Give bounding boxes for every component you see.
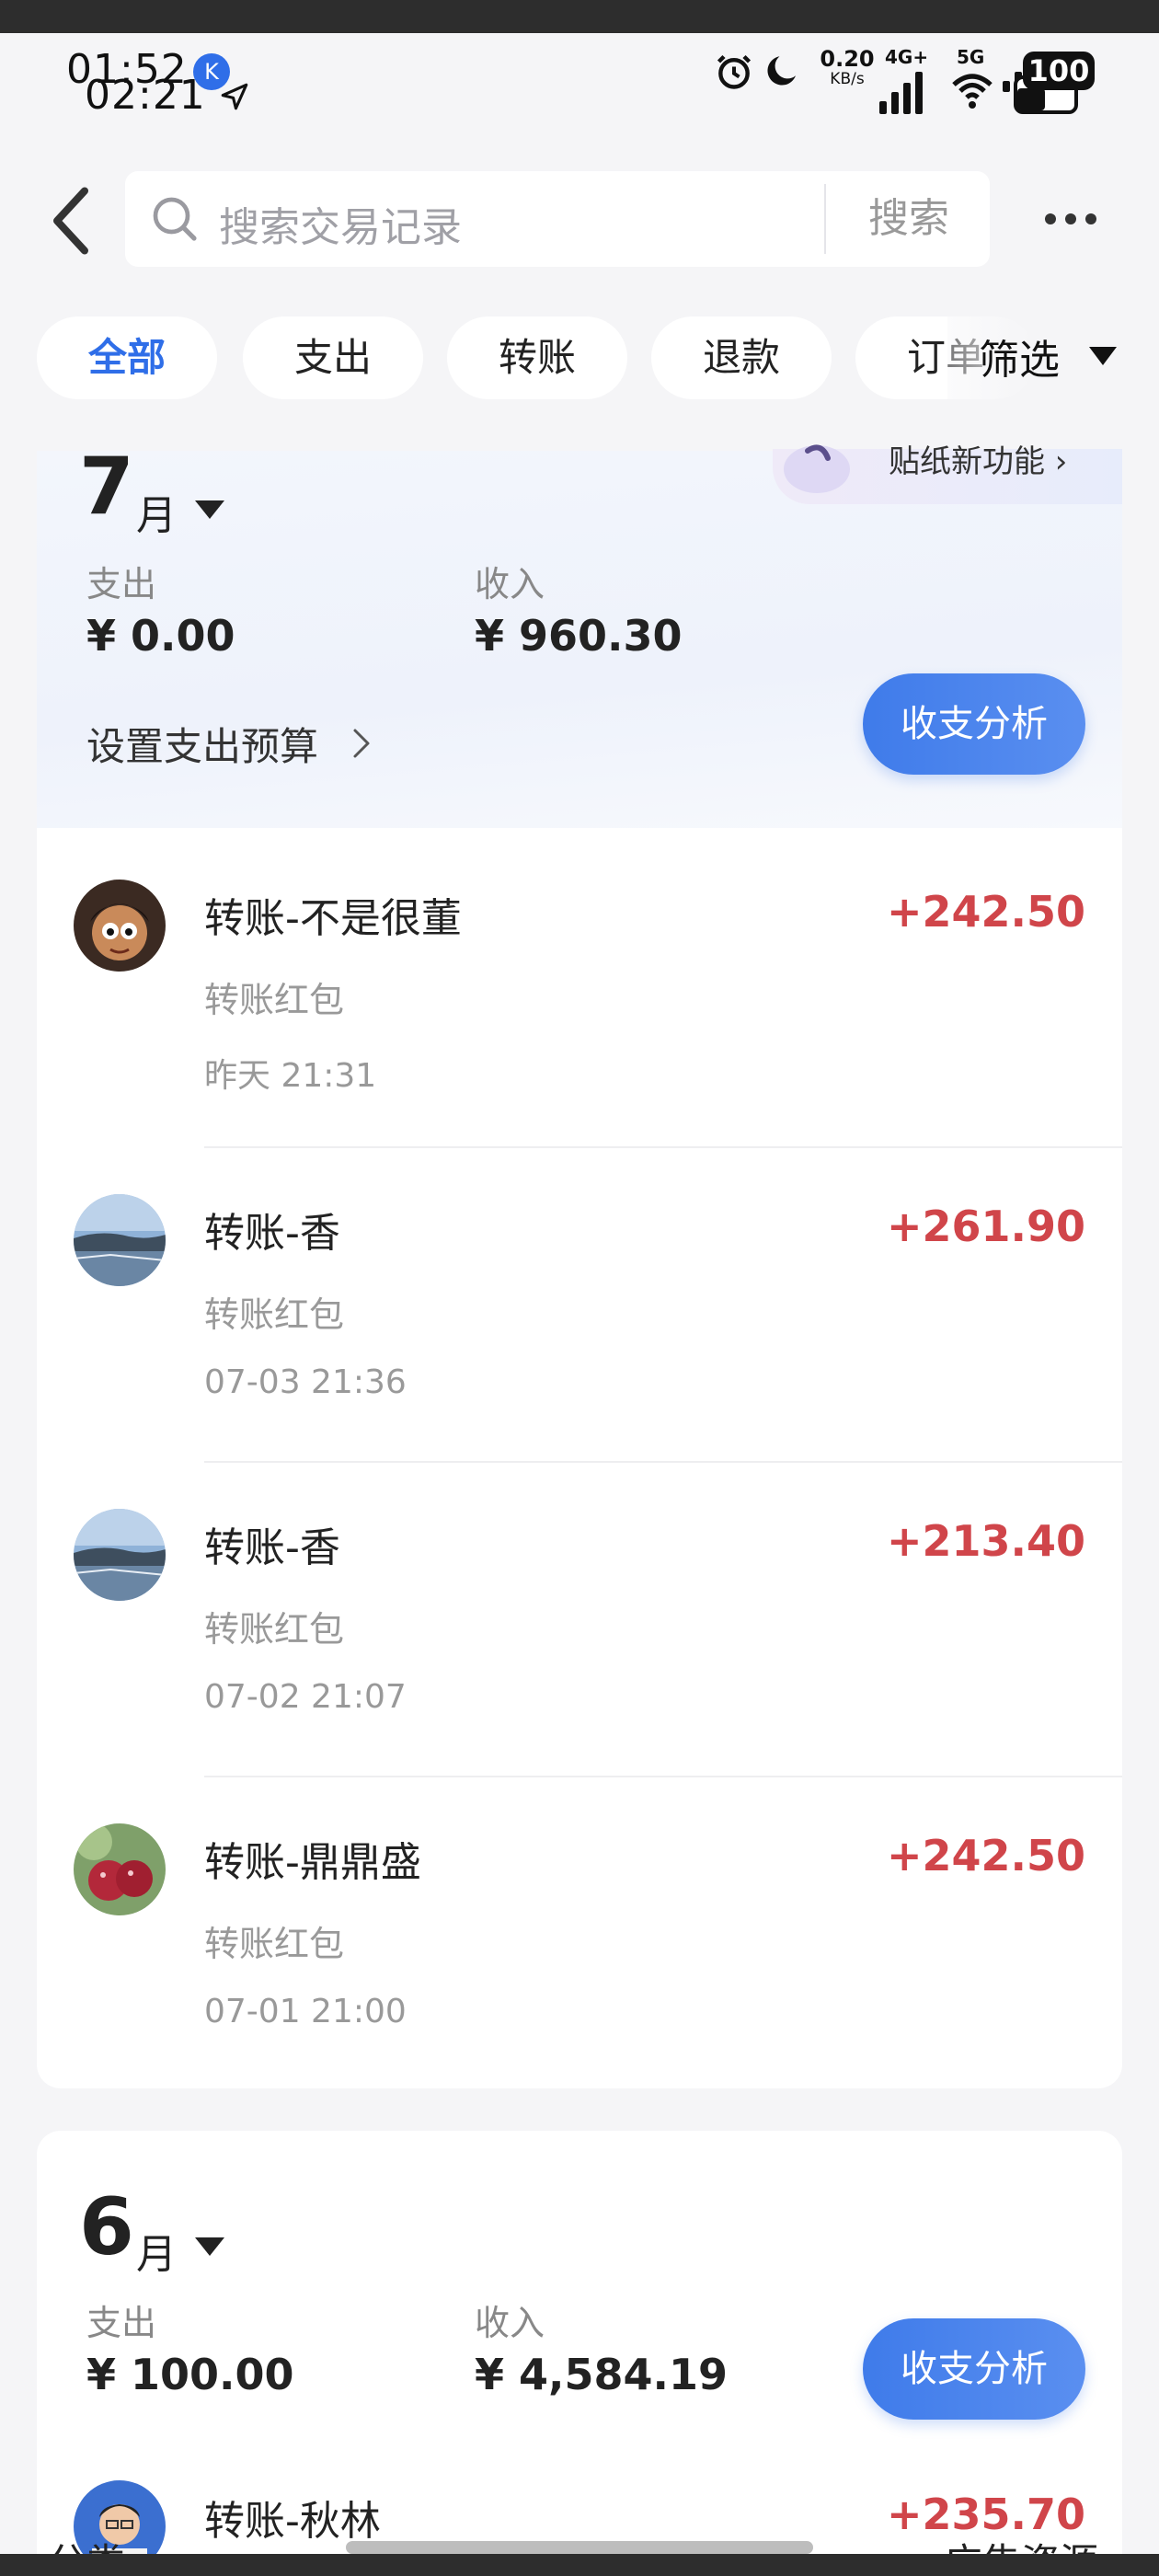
home-indicator[interactable] [346,2541,813,2554]
transaction-time: 昨天 21:31 [204,1057,377,1095]
transaction-title: 转账-香 [204,1524,340,1571]
income-value: ¥ 4,584.19 [475,2350,729,2399]
transaction-subtitle: 转账红包 [204,1609,345,1650]
transaction-amount: +242.50 [886,887,1085,937]
network-speed-value: 0.20 [820,46,875,72]
income-label: 收入 [475,564,545,604]
transaction-title: 转账-秋林 [204,2498,381,2545]
top-edge-bar [0,0,1159,33]
filter-button[interactable]: 筛选 [979,327,1060,385]
avatar [74,880,166,972]
battery-percent: 100 [1023,52,1095,90]
month-number: 6 [79,2181,134,2273]
battery-fill [1017,88,1045,110]
income-value: ¥ 960.30 [475,611,683,661]
transaction-row[interactable] [37,837,1122,1152]
bottom-edge-bar [0,2554,1159,2576]
transaction-row[interactable] [37,1781,1122,2096]
sticker-decoration-icon [784,444,850,493]
search-divider [824,184,826,254]
search-icon [153,197,197,241]
caret-down-icon[interactable] [193,499,226,521]
month-unit: 月 [136,2231,177,2278]
transaction-time: 07-02 21:07 [204,1678,407,1716]
analysis-button[interactable]: 收支分析 [863,2318,1085,2420]
transaction-row[interactable] [37,1152,1122,1466]
transaction-subtitle: 转账红包 [204,1294,345,1335]
transaction-time: 07-01 21:00 [204,1993,407,2030]
network-speed: 0.20 KB/s [815,48,879,87]
signal-label-2: 5G [957,46,985,68]
sticker-promo-label: 贴纸新功能 [889,443,1045,480]
row-divider [204,1461,1122,1463]
income-label: 收入 [475,2303,545,2343]
more-icon[interactable] [1041,202,1100,236]
moon-icon [767,56,796,86]
expense-value: ¥ 0.00 [86,611,235,661]
tab-all[interactable]: 全部 [37,316,217,399]
search-input[interactable]: 搜索交易记录 [219,194,462,253]
row-divider [204,1146,1122,1148]
set-budget-link[interactable]: 设置支出预算 [86,716,318,772]
transaction-row[interactable] [37,1466,1122,1781]
transaction-title: 转账-香 [204,1210,340,1257]
location-arrow-icon [221,83,248,110]
expense-label: 支出 [86,2303,157,2343]
expense-label: 支出 [86,564,157,604]
transaction-amount: +242.50 [886,1831,1085,1880]
avatar [74,1823,166,1915]
tab-transfer[interactable]: 转账 [447,316,627,399]
status-time: 02:21 [85,72,206,119]
avatar [74,1194,166,1286]
row-divider [204,1776,1122,1777]
tab-refund[interactable]: 退款 [651,316,832,399]
signal-bars-1 [879,64,923,114]
transaction-subtitle: 转账红包 [204,1924,345,1964]
sticker-promo-text[interactable]: 贴纸新功能 › [889,436,1067,481]
caret-down-icon[interactable] [193,2236,226,2258]
transaction-amount: +261.90 [886,1202,1085,1251]
analysis-button[interactable]: 收支分析 [863,673,1085,775]
caret-down-icon[interactable] [1087,344,1119,368]
month-unit: 月 [136,492,177,539]
tab-expense[interactable]: 支出 [243,316,423,399]
alarm-icon [717,54,752,89]
chevron-right-icon [353,729,370,758]
network-speed-unit: KB/s [830,70,865,88]
month-number: 7 [79,441,134,533]
transaction-time: 07-03 21:36 [204,1363,407,1401]
search-button[interactable]: 搜索 [828,171,990,267]
back-icon[interactable] [48,184,94,258]
expense-value: ¥ 100.00 [86,2350,294,2399]
avatar [74,1509,166,1601]
wifi-icon [952,74,993,109]
transaction-amount: +213.40 [886,1516,1085,1566]
transaction-subtitle: 转账红包 [204,980,345,1020]
transaction-title: 转账-不是很董 [204,895,462,942]
transaction-title: 转账-鼎鼎盛 [204,1839,421,1886]
